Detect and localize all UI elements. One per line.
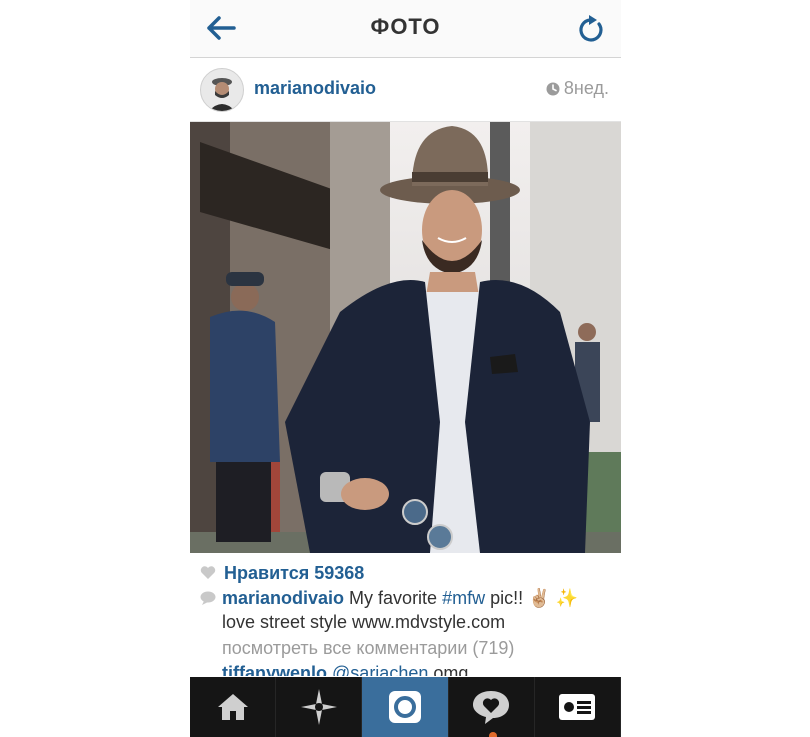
caption: marianodivaio My favorite #mfw pic!! ✌🏼 …	[200, 586, 605, 634]
street-style-photo	[190, 122, 621, 553]
post-header: marianodivaio 8нед.	[190, 58, 621, 122]
comment-row: tiffanywenlo @sariachen omg	[222, 661, 468, 676]
likes-row[interactable]: Нравится 59368	[200, 561, 364, 585]
notification-dot	[488, 732, 497, 737]
instagram-phone-screen: ФОТО marianodivaio 8нед. Нравится 59368 …	[190, 0, 621, 737]
caption-text-end: pic!! ✌🏼 ✨	[485, 588, 578, 608]
tab-activity[interactable]	[449, 677, 535, 737]
caption-line-2: love street style www.mdvstyle.com	[222, 612, 506, 632]
tab-camera[interactable]	[362, 677, 449, 737]
avatar[interactable]	[200, 68, 244, 112]
comment-mention[interactable]: @sariachen	[332, 663, 428, 676]
caption-username[interactable]: marianodivaio	[222, 588, 344, 608]
post-timestamp: 8нед.	[546, 78, 609, 99]
comment-username[interactable]: tiffanywenlo	[222, 663, 327, 676]
bottom-tab-bar	[190, 677, 621, 737]
caption-hashtag[interactable]: #mfw	[442, 588, 485, 608]
page-title: ФОТО	[370, 14, 441, 39]
refresh-icon[interactable]	[577, 12, 607, 44]
heart-icon	[200, 566, 216, 579]
avatar-photo	[201, 69, 243, 111]
view-all-comments-link[interactable]: посмотреть все комментарии (719)	[222, 636, 514, 660]
home-icon	[217, 694, 248, 720]
clock-icon	[546, 82, 560, 95]
tab-explore[interactable]	[276, 677, 363, 737]
caption-text: My favorite	[344, 588, 443, 608]
camera-icon	[389, 691, 421, 723]
profile-card-icon	[559, 694, 596, 720]
post-photo[interactable]	[190, 122, 621, 553]
activity-heart-bubble-icon	[473, 691, 510, 724]
post-username[interactable]: marianodivaio	[254, 78, 376, 99]
tab-profile[interactable]	[535, 677, 621, 737]
likes-count[interactable]: Нравится 59368	[224, 561, 364, 585]
explore-star-icon	[300, 689, 337, 725]
comment-text: omg	[428, 663, 469, 676]
post-details: Нравится 59368 marianodivaio My favorite…	[190, 553, 621, 676]
top-navigation-bar: ФОТО	[190, 0, 621, 58]
timestamp-text: 8нед.	[563, 78, 609, 98]
tab-home[interactable]	[190, 677, 277, 737]
comment-bubble-icon	[200, 591, 216, 605]
